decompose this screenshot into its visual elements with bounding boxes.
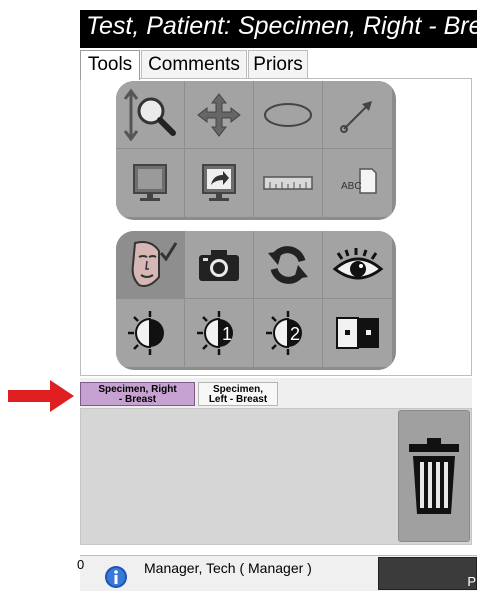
ellipse-icon: [264, 102, 312, 127]
contrast-icon: [128, 311, 164, 355]
share-monitor-icon: [202, 164, 236, 201]
monitor-tool-button[interactable]: [116, 149, 185, 217]
tab-tools[interactable]: Tools: [80, 50, 140, 80]
specimen-tab-left-breast[interactable]: Specimen, Left - Breast: [198, 382, 278, 406]
window-title-bar: Test, Patient: Specimen, Right - Breast: [80, 10, 477, 48]
svg-text:2: 2: [290, 324, 300, 344]
status-action-label: P: [467, 574, 476, 589]
window-title: Test, Patient: Specimen, Right - Breast: [86, 12, 477, 40]
monitor-icon: [133, 164, 167, 201]
contrast-2-icon: 2: [266, 311, 302, 355]
contrast-tool-button[interactable]: [116, 299, 185, 367]
svg-text:ABC: ABC: [341, 181, 362, 192]
red-pointer-arrow-icon: [8, 380, 74, 412]
zoom-tool-button[interactable]: [116, 81, 185, 149]
refresh-icon: [268, 245, 308, 284]
ruler-icon: [263, 176, 313, 190]
ruler-tool-button[interactable]: [254, 149, 323, 217]
send-to-monitor-button[interactable]: [185, 149, 254, 217]
tools-panel-top: ABC: [116, 81, 396, 220]
specimen-tab-right-breast[interactable]: Specimen, Right - Breast: [80, 382, 195, 406]
eye-tool-button[interactable]: [323, 231, 392, 299]
eye-icon: [332, 247, 383, 279]
tab-comments[interactable]: Comments: [141, 50, 247, 78]
status-left-text: 0: [77, 557, 85, 572]
face-check-icon: [131, 240, 178, 287]
specimen-tab-label-line2: - Breast: [118, 394, 157, 405]
delete-button[interactable]: [398, 410, 470, 542]
contrast-1-icon: 1: [197, 311, 233, 355]
tab-priors[interactable]: Priors: [248, 50, 308, 78]
specimen-tab-strip: Specimen, Right - Breast Specimen, Left …: [80, 378, 472, 408]
magnify-icon: [123, 88, 176, 141]
svg-text:1: 1: [222, 324, 232, 344]
trash-can-icon: [409, 438, 459, 514]
split-view-tool-button[interactable]: [323, 299, 392, 367]
pan-arrows-icon: [197, 92, 241, 137]
contrast-2-tool-button[interactable]: 2: [254, 299, 323, 367]
current-user-label: Manager, Tech ( Manager ): [144, 560, 312, 576]
arrow-tool-button[interactable]: [323, 81, 392, 149]
pan-tool-button[interactable]: [185, 81, 254, 149]
camera-icon: [199, 249, 239, 281]
tools-panel-bottom: 1 2: [116, 231, 396, 370]
face-check-tool-button[interactable]: [116, 231, 185, 299]
text-label-tool-button[interactable]: ABC: [323, 149, 392, 217]
status-action-button[interactable]: P: [378, 557, 477, 590]
text-annotation-icon: ABC: [341, 168, 377, 194]
refresh-tool-button[interactable]: [254, 231, 323, 299]
specimen-tab-label-line2: Left - Breast: [208, 394, 268, 405]
arrow-annotation-icon: [339, 100, 372, 133]
split-view-icon: [335, 317, 379, 349]
ellipse-tool-button[interactable]: [254, 81, 323, 149]
contrast-1-tool-button[interactable]: 1: [185, 299, 254, 367]
camera-tool-button[interactable]: [185, 231, 254, 299]
info-icon[interactable]: [104, 565, 128, 589]
